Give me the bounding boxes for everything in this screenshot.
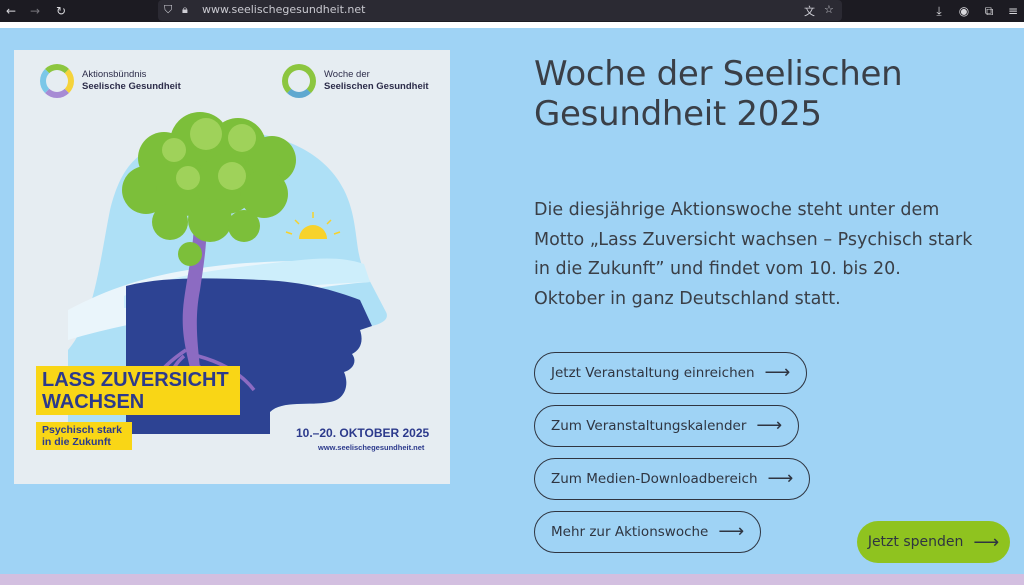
submit-event-button[interactable]: Jetzt Veranstaltung einreichen ⟶: [534, 352, 808, 394]
head-tree-illustration: [68, 112, 387, 434]
logo1-line1: Aktionsbündnis: [82, 69, 147, 80]
logo1-line2: Seelische Gesundheit: [82, 81, 181, 92]
more-info-button[interactable]: Mehr zur Aktionswoche ⟶: [534, 511, 762, 553]
poster-slogan: LASS ZUVERSICHT WACHSEN: [36, 366, 240, 415]
forward-arrow-icon[interactable]: →: [26, 2, 44, 20]
browser-toolbar: ← → ↻ ⛉ 🔒︎ www.seelischegesundheit.net 文…: [0, 0, 1024, 22]
back-arrow-icon[interactable]: ←: [2, 2, 20, 20]
logo2-line1: Woche der: [324, 69, 370, 80]
arrow-right-icon: ⟶: [767, 468, 794, 489]
logo-ring-icon: [282, 64, 316, 98]
address-bar[interactable]: ⛉ 🔒︎ www.seelischegesundheit.net 文 ☆: [158, 0, 842, 21]
campaign-poster: Aktionsbündnis Seelische Gesundheit Woch…: [14, 50, 450, 484]
media-download-button[interactable]: Zum Medien-Downloadbereich ⟶: [534, 458, 811, 500]
bottom-strip: [0, 574, 1024, 585]
arrow-right-icon: ⟶: [973, 531, 1000, 553]
url-text[interactable]: www.seelischegesundheit.net: [202, 3, 365, 16]
logo2-line2: Seelischen Gesundheit: [324, 81, 429, 92]
logo-ring-icon: [40, 64, 74, 98]
arrow-right-icon: ⟶: [718, 521, 745, 542]
poster-subslogan: Psychisch stark in die Zukunft: [36, 422, 132, 450]
header-divider: [0, 22, 1024, 28]
donate-button[interactable]: Jetzt spenden ⟶: [857, 521, 1010, 563]
lock-icon[interactable]: 🔒︎: [182, 3, 188, 17]
arrow-right-icon: ⟶: [756, 415, 783, 436]
logo-aktionsbuendnis: Aktionsbündnis Seelische Gesundheit: [40, 64, 181, 98]
shield-icon[interactable]: ⛉: [164, 3, 172, 17]
download-icon[interactable]: ⤓: [930, 2, 948, 20]
poster-url: www.seelischegesundheit.net: [318, 443, 425, 452]
arrow-right-icon: ⟶: [764, 362, 791, 383]
page-description: Die diesjährige Aktionswoche steht unter…: [534, 200, 973, 309]
reload-icon[interactable]: ↻: [52, 2, 70, 20]
event-calendar-button[interactable]: Zum Veranstaltungskalender ⟶: [534, 405, 800, 447]
logo-woche: Woche der Seelischen Gesundheit: [282, 64, 429, 98]
bookmark-star-icon[interactable]: ☆: [824, 3, 834, 16]
account-icon[interactable]: ◉: [955, 2, 973, 20]
translate-icon[interactable]: 文: [804, 3, 815, 19]
poster-date: 10.–20. OKTOBER 2025: [296, 426, 430, 440]
menu-icon[interactable]: ≡: [1004, 2, 1022, 20]
page-title: Woche der Seelischen Gesundheit 2025: [534, 54, 903, 134]
extensions-icon[interactable]: ⧉: [980, 2, 998, 20]
